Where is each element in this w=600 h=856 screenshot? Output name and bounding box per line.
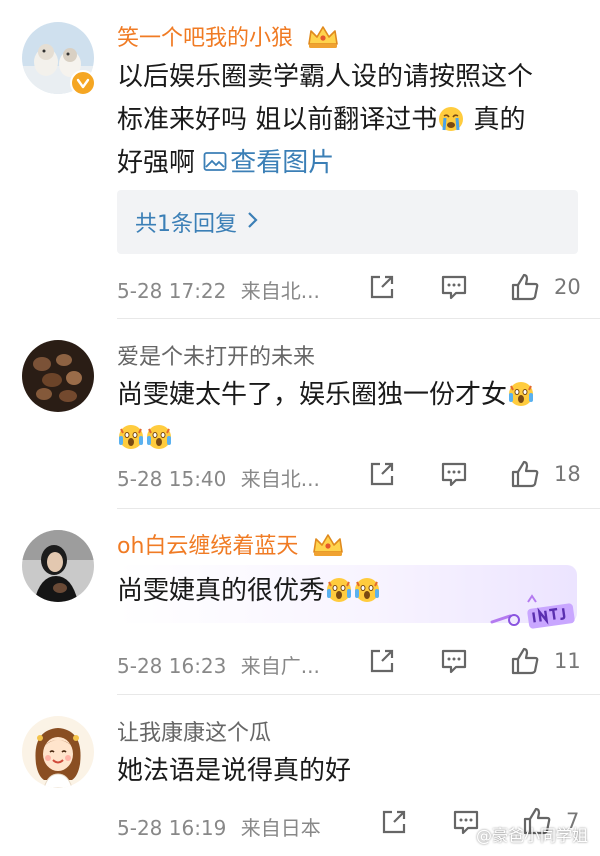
view-image-text[interactable]: 查看图片 bbox=[230, 148, 334, 178]
share-button[interactable] bbox=[368, 647, 396, 675]
crown-icon bbox=[306, 24, 340, 59]
comment-line: 好强啊 bbox=[117, 148, 204, 178]
comment-line: 她法语是说得真的好 bbox=[117, 756, 352, 786]
comment-item: oh白云缠绕着蓝天 尚雯婕真的很优秀 5-28 16:23 来自广... 11 bbox=[0, 508, 600, 694]
comment-location: 来自日本 bbox=[240, 816, 321, 840]
share-button[interactable] bbox=[368, 460, 396, 488]
share-icon bbox=[382, 810, 406, 834]
comment-date: 5-28 15:40 bbox=[117, 467, 227, 491]
username-text[interactable]: oh白云缠绕着蓝天 bbox=[117, 534, 298, 559]
comment-line: 标准来好吗 姐以前翻译过书 bbox=[117, 105, 438, 135]
reply-count-text[interactable]: 共1条回复 bbox=[135, 206, 237, 238]
comment-line: 真的 bbox=[465, 105, 526, 135]
share-icon bbox=[370, 275, 394, 299]
comment-line: 尚雯婕真的很优秀 bbox=[117, 576, 326, 606]
comment-meta: 5-28 16:23 来自广... bbox=[117, 650, 320, 679]
comment-line: 以后娱乐圈卖学霸人设的请按照这个 bbox=[117, 62, 534, 92]
replies-summary-button[interactable]: 共1条回复 bbox=[117, 190, 578, 254]
share-button[interactable] bbox=[368, 273, 396, 301]
thumbs-up-icon bbox=[511, 273, 539, 301]
comment-icon bbox=[441, 275, 467, 300]
comment-date: 5-28 16:23 bbox=[117, 654, 227, 678]
like-button[interactable]: 20 bbox=[510, 272, 581, 302]
comment-meta: 5-28 15:40 来自北... bbox=[117, 463, 320, 492]
like-button[interactable]: 18 bbox=[510, 459, 581, 489]
username-text[interactable]: 爱是个未打开的未来 bbox=[117, 345, 315, 370]
crying-emoji-icon bbox=[438, 103, 464, 131]
comment-meta: 5-28 16:19 来自日本 bbox=[117, 812, 321, 841]
avatar[interactable] bbox=[22, 716, 94, 788]
username[interactable]: 爱是个未打开的未来 bbox=[117, 343, 315, 373]
share-icon bbox=[370, 462, 394, 486]
comment-item: 笑一个吧我的小狼 以后娱乐圈卖学霸人设的请按照这个 标准来好吗 姐以前翻译过书 … bbox=[0, 0, 600, 318]
reply-button[interactable] bbox=[440, 647, 468, 675]
comment-line: 尚雯婕太牛了，娱乐圈独一份才女 bbox=[117, 380, 508, 410]
comment-text: 尚雯婕太牛了，娱乐圈独一份才女 bbox=[117, 374, 582, 460]
scream-emoji-icon bbox=[354, 574, 380, 602]
scream-emoji-icon bbox=[508, 378, 534, 406]
scream-emoji-icon bbox=[118, 421, 144, 449]
verified-badge-icon bbox=[70, 70, 96, 96]
comment-meta: 5-28 17:22 来自北... bbox=[117, 275, 320, 304]
comment-date: 5-28 17:22 bbox=[117, 279, 227, 303]
share-button[interactable] bbox=[380, 808, 408, 836]
username[interactable]: oh白云缠绕着蓝天 bbox=[117, 532, 345, 567]
comment-location: 来自广... bbox=[240, 654, 320, 678]
food-avatar-image bbox=[22, 340, 94, 412]
person-avatar-image bbox=[22, 530, 94, 602]
like-count: 20 bbox=[554, 275, 581, 299]
reply-button[interactable] bbox=[440, 460, 468, 488]
image-icon bbox=[203, 152, 227, 171]
reply-button[interactable] bbox=[440, 273, 468, 301]
comment-location: 来自北... bbox=[240, 279, 320, 303]
thumbs-up-icon bbox=[511, 460, 539, 488]
comment-location: 来自北... bbox=[240, 467, 320, 491]
thumbs-up-icon bbox=[511, 647, 539, 675]
comment-decoration-sticker bbox=[488, 592, 580, 636]
cartoon-girl-avatar-image bbox=[22, 716, 94, 788]
comment-text: 以后娱乐圈卖学霸人设的请按照这个 标准来好吗 姐以前翻译过书 真的 好强啊 查看… bbox=[117, 56, 582, 185]
comment-item: 爱是个未打开的未来 尚雯婕太牛了，娱乐圈独一份才女 5-28 15:40 来自北… bbox=[0, 318, 600, 508]
username-text[interactable]: 笑一个吧我的小狼 bbox=[117, 26, 293, 51]
username-text[interactable]: 让我康康这个瓜 bbox=[117, 721, 271, 746]
like-count: 11 bbox=[554, 649, 581, 673]
watermark: @豪爸小同学姐 bbox=[475, 826, 588, 845]
chevron-right-icon bbox=[247, 210, 259, 235]
share-icon bbox=[370, 649, 394, 673]
view-image-link[interactable]: 查看图片 bbox=[203, 148, 334, 178]
crown-icon bbox=[311, 532, 345, 567]
scream-emoji-icon bbox=[146, 421, 172, 449]
comment-text: 她法语是说得真的好 bbox=[117, 750, 582, 793]
avatar[interactable] bbox=[22, 530, 94, 602]
comment-date: 5-28 16:19 bbox=[117, 816, 227, 840]
username[interactable]: 让我康康这个瓜 bbox=[117, 719, 271, 749]
username[interactable]: 笑一个吧我的小狼 bbox=[117, 24, 340, 59]
like-button[interactable]: 11 bbox=[510, 646, 581, 676]
avatar[interactable] bbox=[22, 340, 94, 412]
like-count: 18 bbox=[554, 462, 581, 486]
comment-icon bbox=[441, 462, 467, 487]
comment-icon bbox=[441, 649, 467, 674]
scream-emoji-icon bbox=[326, 574, 352, 602]
